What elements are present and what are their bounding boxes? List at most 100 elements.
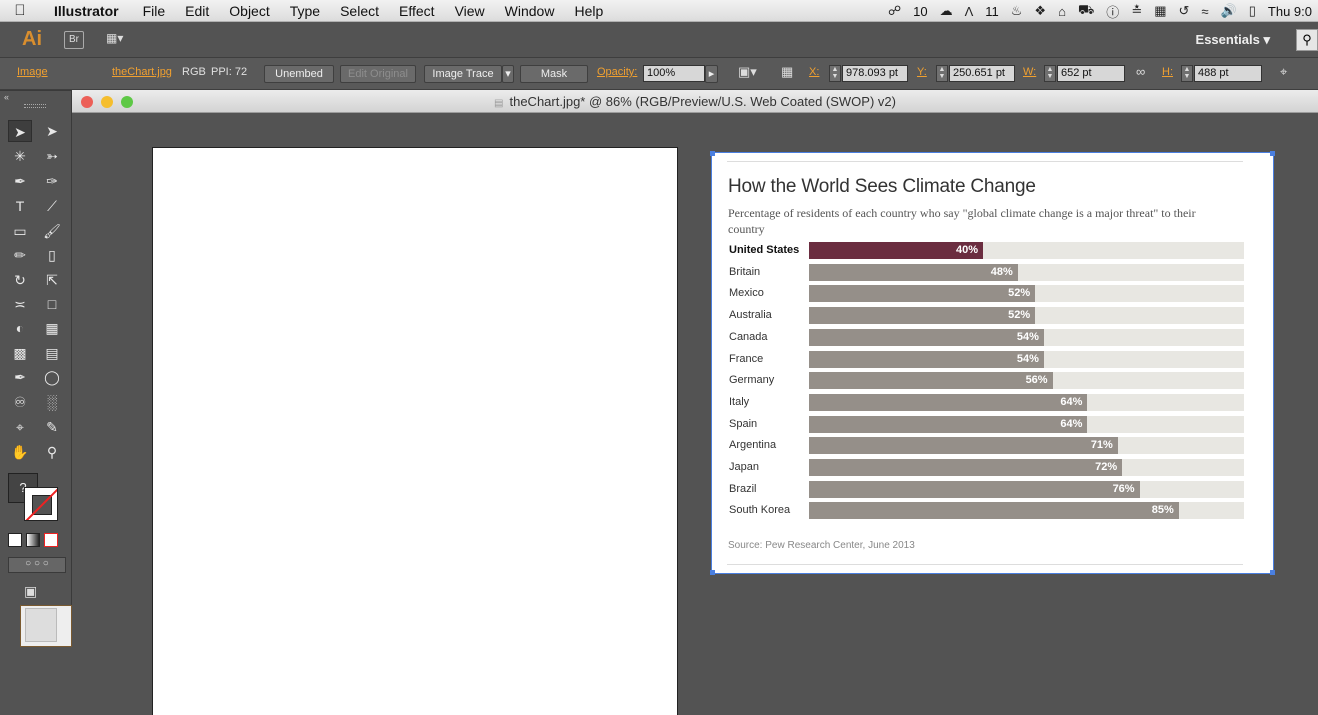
unembed-button[interactable]: Unembed bbox=[264, 65, 334, 83]
placed-image[interactable]: How the World Sees Climate Change Percen… bbox=[710, 151, 1275, 575]
hand-tool-icon[interactable]: ✋ bbox=[8, 441, 32, 463]
w-stepper-icon[interactable]: ▲ ▼ bbox=[1044, 65, 1056, 82]
selection-tool-icon[interactable]: ➤ bbox=[8, 120, 32, 142]
document-title-bar[interactable]: ▤ theChart.jpg* @ 86% (RGB/Preview/U.S. W… bbox=[72, 90, 1318, 113]
y-field[interactable]: 250.651 pt bbox=[949, 65, 1015, 82]
opacity-field[interactable]: 100% bbox=[643, 65, 705, 82]
scale-tool-icon[interactable]: ⇱ bbox=[40, 269, 64, 291]
clock[interactable]: Thu 9:0 bbox=[1268, 4, 1312, 19]
notification-bell-icon[interactable]: ♨ bbox=[1011, 3, 1023, 19]
image-trace-button[interactable]: Image Trace bbox=[424, 65, 502, 83]
truck-icon[interactable]: ⛟ bbox=[1078, 2, 1094, 20]
rectangle-tool-icon[interactable]: ▭ bbox=[8, 220, 32, 242]
navigator-thumbnail[interactable] bbox=[20, 605, 72, 647]
object-type-link[interactable]: Image bbox=[17, 66, 48, 78]
bluetooth-icon[interactable]: ≛ bbox=[1131, 3, 1142, 19]
menu-view[interactable]: View bbox=[445, 3, 495, 19]
resize-handle[interactable] bbox=[1270, 570, 1275, 575]
line-segment-tool-icon[interactable]: ⟋ bbox=[40, 195, 64, 217]
adobe-icon[interactable]: Λ bbox=[965, 4, 974, 19]
reference-point-icon[interactable]: ▦ bbox=[781, 64, 793, 80]
menu-effect[interactable]: Effect bbox=[389, 3, 445, 19]
symbol-sprayer-tool-icon[interactable]: ♾ bbox=[8, 391, 32, 413]
column-graph-tool-icon[interactable]: ░ bbox=[40, 391, 64, 413]
constrain-proportions-icon[interactable]: ∞ bbox=[1136, 64, 1145, 79]
panel-grip[interactable] bbox=[24, 104, 46, 108]
y-stepper-icon[interactable]: ▲ ▼ bbox=[936, 65, 948, 82]
y-label[interactable]: Y: bbox=[917, 66, 927, 78]
canvas-area[interactable]: How the World Sees Climate Change Percen… bbox=[72, 113, 1318, 715]
color-mode-icon[interactable] bbox=[8, 533, 22, 547]
home-icon[interactable]: ⌂ bbox=[1058, 4, 1066, 19]
workspace-switcher[interactable]: Essentials ▾ bbox=[1196, 32, 1270, 48]
x-label[interactable]: X: bbox=[809, 66, 819, 78]
creative-cloud-icon[interactable]: ☍ bbox=[888, 3, 901, 19]
blend-tool-icon[interactable]: ◯ bbox=[40, 366, 64, 388]
pen-tool-icon[interactable]: ✒ bbox=[8, 170, 32, 192]
app-menu[interactable]: Illustrator bbox=[40, 3, 133, 19]
menu-object[interactable]: Object bbox=[219, 3, 279, 19]
eraser-tool-icon[interactable]: ▯ bbox=[40, 244, 64, 266]
opacity-label[interactable]: Opacity: bbox=[597, 66, 637, 78]
rotate-tool-icon[interactable]: ↻ bbox=[8, 269, 32, 291]
arrange-documents-icon[interactable]: ▦▾ bbox=[106, 31, 132, 49]
resize-handle[interactable] bbox=[710, 570, 715, 575]
shape-builder-tool-icon[interactable]: ◐ bbox=[8, 317, 32, 339]
slice-tool-icon[interactable]: ✎ bbox=[40, 416, 64, 438]
image-trace-dropdown-icon[interactable]: ▾ bbox=[502, 65, 514, 83]
lasso-tool-icon[interactable]: ➳ bbox=[40, 145, 64, 167]
free-transform-tool-icon[interactable]: □ bbox=[40, 293, 64, 315]
mask-button[interactable]: Mask bbox=[520, 65, 588, 83]
resize-handle[interactable] bbox=[1270, 151, 1275, 156]
time-machine-icon[interactable]: ↺ bbox=[1179, 3, 1190, 19]
artboard[interactable] bbox=[152, 147, 678, 715]
collapse-panel-icon[interactable]: « bbox=[4, 92, 9, 102]
eyedropper-tool-icon[interactable]: ✒ bbox=[8, 366, 32, 388]
direct-selection-tool-icon[interactable]: ➤ bbox=[40, 120, 64, 142]
gradient-tool-icon[interactable]: ▤ bbox=[40, 342, 64, 364]
perspective-grid-tool-icon[interactable]: ▦ bbox=[40, 317, 64, 339]
h-stepper-icon[interactable]: ▲ ▼ bbox=[1181, 65, 1193, 82]
battery-icon[interactable]: ▯ bbox=[1249, 3, 1256, 19]
none-mode-icon[interactable] bbox=[44, 533, 58, 547]
search-icon[interactable]: ⚲ bbox=[1296, 29, 1318, 51]
x-field[interactable]: 978.093 pt bbox=[842, 65, 908, 82]
opacity-arrow-icon[interactable]: ▸ bbox=[705, 65, 718, 83]
paintbrush-tool-icon[interactable]: 🖌 bbox=[40, 220, 64, 242]
file-name-link[interactable]: theChart.jpg bbox=[112, 66, 172, 78]
menu-type[interactable]: Type bbox=[280, 3, 330, 19]
pencil-tool-icon[interactable]: ✏ bbox=[8, 244, 32, 266]
stroke-swatch[interactable] bbox=[24, 487, 58, 521]
width-tool-icon[interactable]: ≍ bbox=[8, 293, 32, 315]
dropbox-icon[interactable]: ❖ bbox=[1034, 3, 1046, 19]
magic-wand-tool-icon[interactable]: ✳ bbox=[8, 145, 32, 167]
h-field[interactable]: 488 pt bbox=[1194, 65, 1262, 82]
edit-original-button[interactable]: Edit Original bbox=[340, 65, 416, 83]
bridge-button[interactable]: Br bbox=[64, 31, 84, 49]
transform-options-icon[interactable]: ▣▾ bbox=[738, 64, 757, 80]
h-label[interactable]: H: bbox=[1162, 66, 1173, 78]
menu-edit[interactable]: Edit bbox=[175, 3, 219, 19]
resize-handle[interactable] bbox=[710, 151, 715, 156]
menu-file[interactable]: File bbox=[133, 3, 176, 19]
screen-mode-icon[interactable]: ▣ bbox=[24, 583, 37, 600]
gradient-mode-icon[interactable] bbox=[26, 533, 40, 547]
menu-window[interactable]: Window bbox=[495, 3, 565, 19]
transform-panel-icon[interactable]: ⌖ bbox=[1280, 64, 1287, 80]
battery-meter-icon[interactable]: ▦ bbox=[1154, 3, 1166, 19]
cloud-icon[interactable]: ☁ bbox=[940, 3, 953, 19]
w-field[interactable]: 652 pt bbox=[1057, 65, 1125, 82]
menu-select[interactable]: Select bbox=[330, 3, 389, 19]
info-circle-icon[interactable]: ⓘ bbox=[1106, 2, 1119, 21]
w-label[interactable]: W: bbox=[1023, 66, 1036, 78]
curvature-tool-icon[interactable]: ✑ bbox=[40, 170, 64, 192]
menu-help[interactable]: Help bbox=[564, 3, 613, 19]
wifi-icon[interactable]: ≈ bbox=[1201, 4, 1208, 19]
x-stepper-icon[interactable]: ▲ ▼ bbox=[829, 65, 841, 82]
apple-menu-icon[interactable]:  bbox=[0, 2, 40, 19]
mesh-tool-icon[interactable]: ▩ bbox=[8, 342, 32, 364]
artboard-tool-icon[interactable]: ⌖ bbox=[8, 416, 32, 438]
drawing-modes-icon[interactable]: ○ ○ ○ bbox=[8, 557, 66, 573]
type-tool-icon[interactable]: T bbox=[8, 195, 32, 217]
zoom-tool-icon[interactable]: ⚲ bbox=[40, 441, 64, 463]
